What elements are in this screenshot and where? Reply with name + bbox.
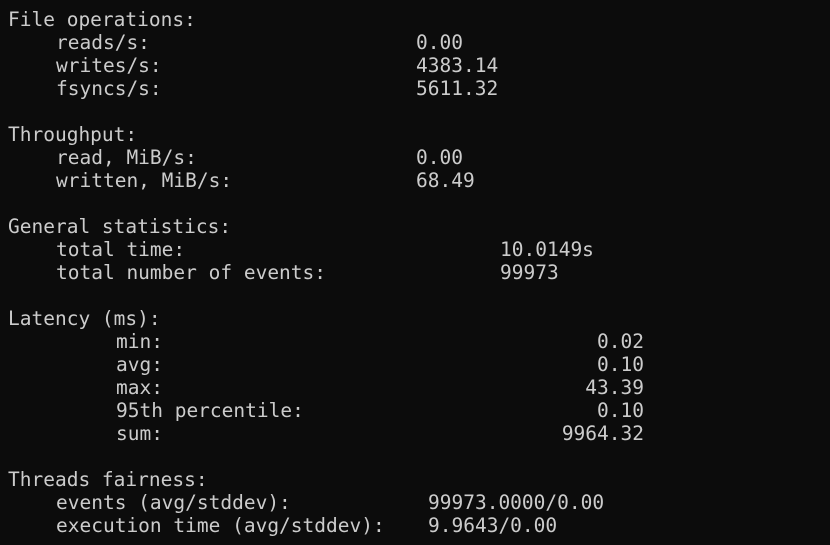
- written-mib-label: written, MiB/s:: [56, 169, 233, 192]
- general-statistics-header: General statistics:: [8, 215, 232, 238]
- total-time-label: total time:: [56, 238, 186, 261]
- events-avg-stddev-label: events (avg/stddev):: [56, 491, 291, 514]
- latency-sum-label: sum:: [116, 422, 163, 445]
- latency-p95-value: 0.10: [597, 399, 644, 422]
- latency-min-label: min:: [116, 330, 163, 353]
- threads-fairness-header: Threads fairness:: [8, 468, 208, 491]
- file-operations-header: File operations:: [8, 8, 196, 31]
- latency-max-value: 43.39: [585, 376, 644, 399]
- terminal-output[interactable]: File operations: reads/s: 0.00 writes/s:…: [0, 0, 830, 545]
- latency-max-label: max:: [116, 376, 163, 399]
- writes-per-sec-value: 4383.14: [416, 54, 499, 77]
- latency-avg-value: 0.10: [597, 353, 644, 376]
- total-time-value: 10.0149s: [500, 238, 594, 261]
- written-mib-value: 68.49: [416, 169, 475, 192]
- exec-time-avg-stddev-value: 9.9643/0.00: [428, 514, 558, 537]
- fsyncs-per-sec-label: fsyncs/s:: [56, 77, 162, 100]
- total-events-value: 99973: [500, 261, 559, 284]
- latency-sum-value: 9964.32: [561, 422, 644, 445]
- read-mib-value: 0.00: [416, 146, 463, 169]
- exec-time-avg-stddev-label: execution time (avg/stddev):: [56, 514, 385, 537]
- reads-per-sec-label: reads/s:: [56, 31, 150, 54]
- latency-avg-label: avg:: [116, 353, 163, 376]
- total-events-label: total number of events:: [56, 261, 327, 284]
- latency-min-value: 0.02: [597, 330, 644, 353]
- throughput-header: Throughput:: [8, 123, 138, 146]
- latency-p95-label: 95th percentile:: [116, 399, 304, 422]
- fsyncs-per-sec-value: 5611.32: [416, 77, 499, 100]
- read-mib-label: read, MiB/s:: [56, 146, 197, 169]
- events-avg-stddev-value: 99973.0000/0.00: [428, 491, 605, 514]
- reads-per-sec-value: 0.00: [416, 31, 463, 54]
- writes-per-sec-label: writes/s:: [56, 54, 162, 77]
- latency-header: Latency (ms):: [8, 307, 161, 330]
